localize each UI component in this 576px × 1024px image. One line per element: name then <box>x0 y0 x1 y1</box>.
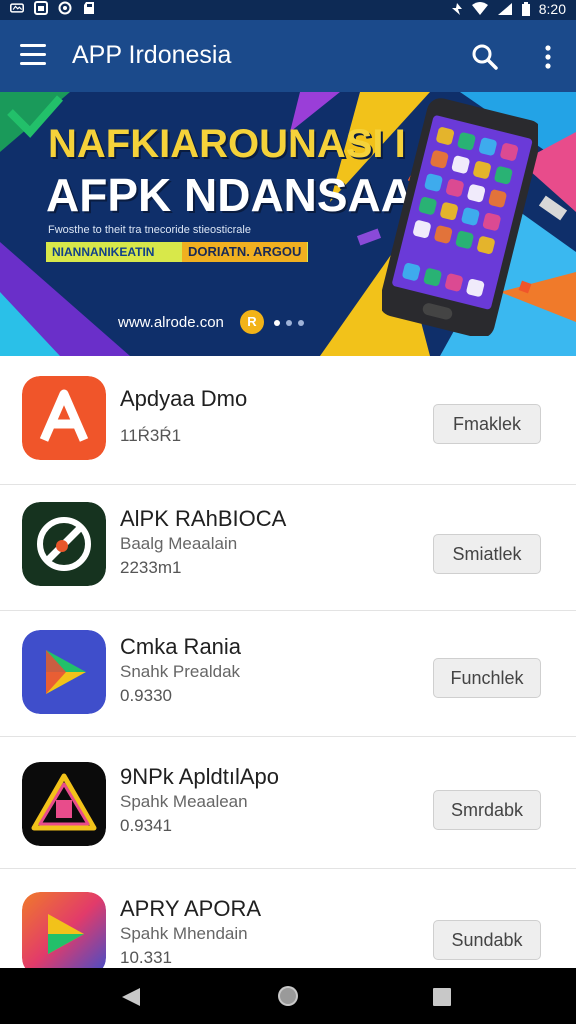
banner-strip-right: DORIATN. ARGOU <box>182 242 308 262</box>
app-size: 0.9341 <box>120 816 172 835</box>
banner-headline-main: AFPK NDANSAA <box>46 169 414 221</box>
nav-bar <box>0 968 576 1024</box>
play-triangle-app-icon[interactable] <box>22 630 106 714</box>
app-category: Baalg Meaalain <box>120 534 238 553</box>
app-name: Apdyaa Dmo <box>120 386 248 411</box>
app-bar: APP Irdonesia <box>0 20 576 92</box>
gradient-play-app-icon[interactable] <box>22 892 106 976</box>
status-left-icons <box>10 1 96 15</box>
app-action-button[interactable]: Smrdabk <box>433 790 541 830</box>
battery-icon <box>521 1 530 16</box>
app-action-button[interactable]: Smiatlek <box>433 534 541 574</box>
recents-icon[interactable] <box>432 987 452 1007</box>
app-size: 0.9330 <box>120 686 172 705</box>
banner-strip-left: NIANNANIKEATIN <box>52 245 155 259</box>
search-icon[interactable] <box>470 42 500 72</box>
sd-card-icon <box>84 2 94 14</box>
signal-icon <box>497 3 512 15</box>
home-icon[interactable] <box>276 984 300 1008</box>
banner-strip: NIANNANIKEATIN DORIATN. ARGOU <box>46 242 308 262</box>
app-size: 11Ŕ3Ŕ1 <box>120 426 182 445</box>
wifi-icon <box>471 2 488 15</box>
more-vert-icon[interactable] <box>538 44 558 70</box>
app-row[interactable]: Apdyaa Dmo 11Ŕ3Ŕ1 Fmaklek <box>0 356 576 485</box>
banner-headline-top: NAFKIAROUNASI I <box>48 122 406 166</box>
banner-url[interactable]: www.alrode.con <box>118 314 224 331</box>
carousel-dots[interactable] <box>274 320 304 326</box>
banner-subtext: Fwosthe to theit tra tnecoride stieostic… <box>48 224 251 236</box>
carousel-dot[interactable] <box>274 320 280 326</box>
app-category: Snahk Prealdak <box>120 662 241 681</box>
app-action-button[interactable]: Sundabk <box>433 920 541 960</box>
pin-app-icon[interactable] <box>22 502 106 586</box>
data-icon <box>451 3 462 15</box>
app-size: 10.331 <box>120 948 172 967</box>
carousel-dot[interactable] <box>298 320 304 326</box>
app-name: AlPK RAhBIOCA <box>120 506 287 531</box>
status-bar: 8:20 <box>0 0 576 20</box>
app-title: APP Irdonesia <box>72 41 232 69</box>
status-right-icons: 8:20 <box>451 1 566 17</box>
promo-banner[interactable]: NAFKIAROUNASI I AFPK NDANSAA Fwosthe to … <box>0 92 576 356</box>
app-action-button[interactable]: Fmaklek <box>433 404 541 444</box>
sync-icon <box>58 1 72 15</box>
app-category: Spahk Meaalean <box>120 792 248 811</box>
app-name: Cmka Rania <box>120 634 242 659</box>
app-category: Spahk Mhendain <box>120 924 248 943</box>
phone-illustration <box>382 98 538 336</box>
carousel-dot[interactable] <box>286 320 292 326</box>
app-name: APRY APORA <box>120 896 262 921</box>
app-row[interactable]: Cmka Rania Snahk Prealdak 0.9330 Funchle… <box>0 608 576 737</box>
app-name: 9NPk ApldtılApo <box>120 764 279 789</box>
warning-triangle-app-icon[interactable] <box>22 762 106 846</box>
back-icon[interactable] <box>120 986 142 1008</box>
app-action-button[interactable]: Funchlek <box>433 658 541 698</box>
menu-icon[interactable] <box>20 44 46 66</box>
app-list: Apdyaa Dmo 11Ŕ3Ŕ1 Fmaklek AlPK RAhBIOCA … <box>0 356 576 976</box>
coin-icon: R <box>240 310 264 334</box>
app-row[interactable]: AlPK RAhBIOCA Baalg Meaalain 2233m1 Smia… <box>0 482 576 611</box>
app-size: 2233m1 <box>120 558 182 577</box>
letter-a-app-icon[interactable] <box>22 376 106 460</box>
notification-icon <box>10 3 24 13</box>
app-row[interactable]: 9NPk ApldtılApo Spahk Meaalean 0.9341 Sm… <box>0 740 576 869</box>
photo-icon <box>34 1 48 15</box>
status-time: 8:20 <box>538 1 566 17</box>
